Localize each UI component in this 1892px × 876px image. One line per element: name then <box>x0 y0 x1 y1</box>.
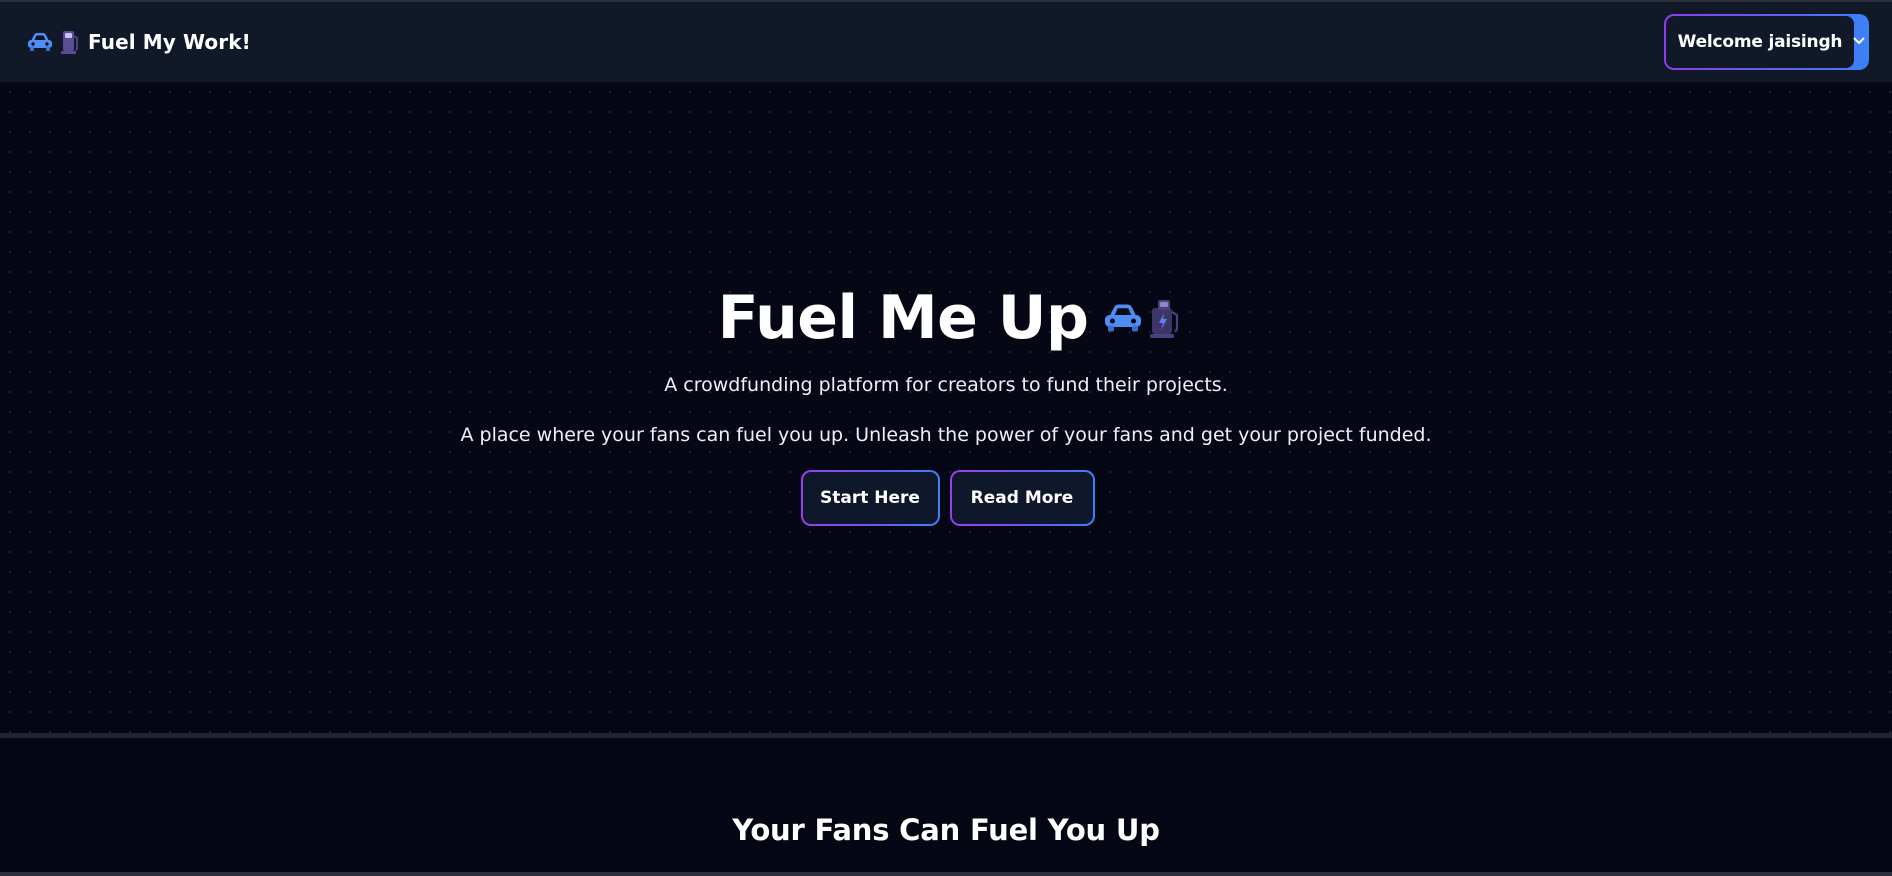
cta-row: Start Here Read More <box>0 470 1892 526</box>
start-here-label: Start Here <box>802 472 938 524</box>
hero-title: Fuel Me Up <box>717 283 1089 353</box>
read-more-button[interactable]: Read More <box>949 470 1095 526</box>
hero-icons <box>1102 296 1182 340</box>
welcome-button[interactable]: Welcome jaisingh <box>1664 14 1869 70</box>
chevron-down-icon[interactable] <box>1852 30 1866 52</box>
fans-section: Your Fans Can Fuel You Up <box>0 738 1892 876</box>
fuel-pump-icon <box>61 31 78 54</box>
hero-section: Fuel Me Up A crowdfunding platform for c… <box>0 82 1892 733</box>
user-menu: Welcome jaisingh <box>1664 14 1869 70</box>
hero-tagline: A crowdfunding platform for creators to … <box>664 374 1228 396</box>
start-here-button[interactable]: Start Here <box>800 470 940 526</box>
fans-section-title: Your Fans Can Fuel You Up <box>732 813 1160 847</box>
car-icon <box>1105 304 1142 332</box>
read-more-label: Read More <box>951 472 1093 524</box>
fuel-pump-icon <box>1150 300 1179 338</box>
bottom-edge <box>0 872 1892 876</box>
brand[interactable]: Fuel My Work! <box>26 28 251 56</box>
car-icon <box>28 33 52 51</box>
navbar: Fuel My Work! Welcome jaisingh <box>0 0 1892 82</box>
welcome-label: Welcome jaisingh <box>1666 16 1854 68</box>
brand-title: Fuel My Work! <box>88 30 251 54</box>
hero-description: A place where your fans can fuel you up.… <box>460 424 1432 446</box>
page: Fuel My Work! Welcome jaisingh Fuel Me U… <box>0 0 1892 876</box>
hero-heading: Fuel Me Up <box>0 283 1892 353</box>
